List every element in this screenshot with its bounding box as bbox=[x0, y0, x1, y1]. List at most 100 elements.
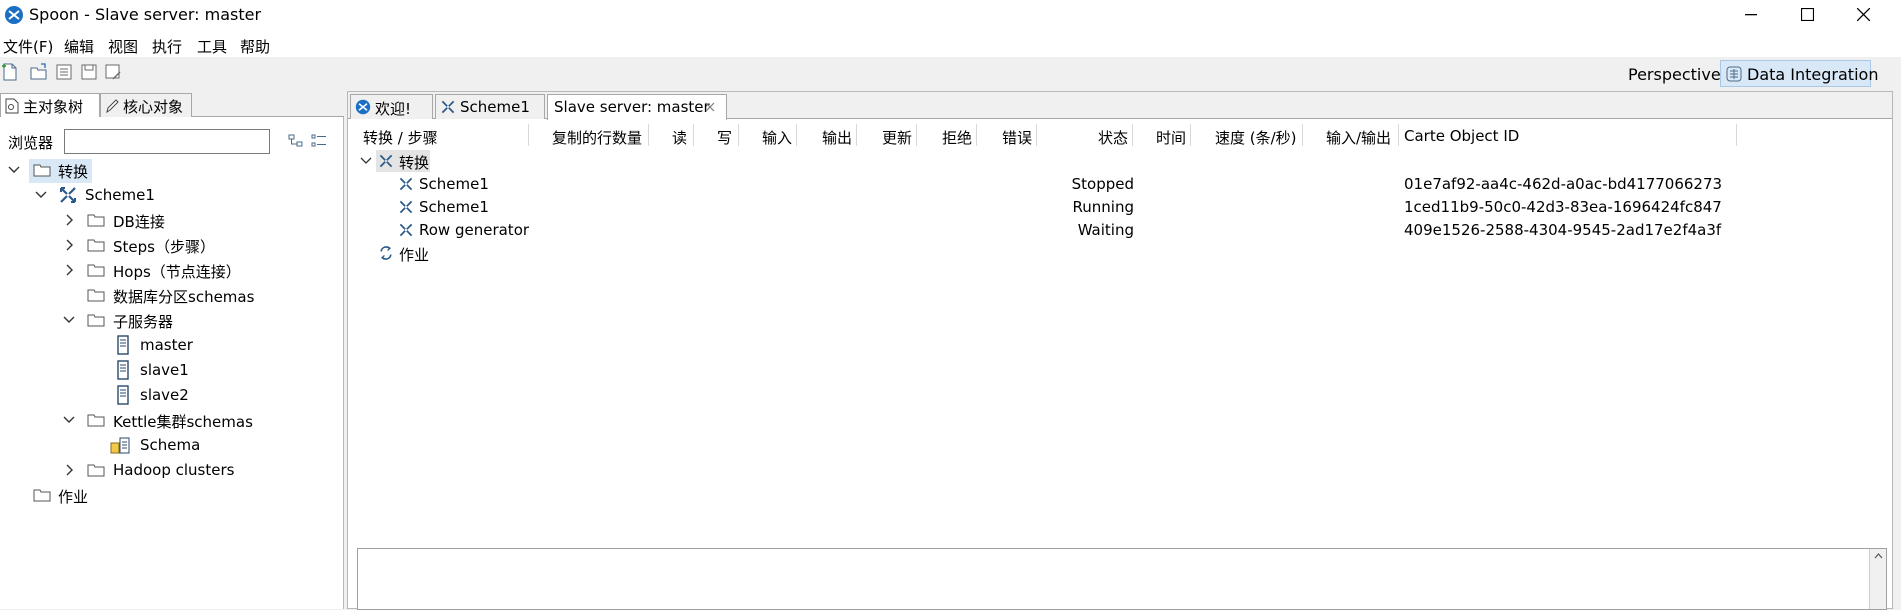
column-separator bbox=[1302, 124, 1303, 146]
tree-item-jobs[interactable]: 作业 bbox=[0, 484, 344, 508]
maximize-button[interactable] bbox=[1779, 0, 1835, 30]
col-rejected[interactable]: 拒绝 bbox=[942, 127, 972, 148]
col-step[interactable]: 转换 / 步骤 bbox=[363, 127, 438, 148]
cell-name: Scheme1 bbox=[419, 175, 489, 193]
tree-label: master bbox=[140, 336, 193, 354]
folder-icon bbox=[87, 239, 105, 252]
log-text-area[interactable] bbox=[357, 548, 1887, 610]
perspective-data-integration-button[interactable]: Data Integration bbox=[1720, 60, 1878, 87]
tree-item-cluster-schemas[interactable]: Kettle集群schemas bbox=[0, 409, 344, 433]
tree-item-scheme1[interactable]: Scheme1 bbox=[0, 184, 344, 208]
tree-item-partition-schemas[interactable]: 数据库分区schemas bbox=[0, 284, 344, 308]
chevron-down-icon[interactable] bbox=[62, 311, 76, 329]
col-copies[interactable]: 复制的行数量 bbox=[552, 127, 642, 148]
grid-row[interactable]: Row generator Waiting 409e1526-2588-4304… bbox=[348, 219, 1892, 242]
title-bar: Spoon - Slave server: master bbox=[0, 0, 1901, 30]
cell-carte-id: 1ced11b9-50c0-42d3-83ea-1696424fc847 bbox=[1404, 198, 1722, 216]
chevron-right-icon[interactable] bbox=[62, 261, 76, 279]
explore-icon[interactable] bbox=[55, 63, 73, 81]
log-scrollbar[interactable] bbox=[1869, 549, 1886, 609]
grid-row[interactable]: Scheme1 Running 1ced11b9-50c0-42d3-83ea-… bbox=[348, 196, 1892, 219]
col-read[interactable]: 读 bbox=[672, 127, 687, 148]
menu-file[interactable]: 文件(F) bbox=[3, 36, 53, 57]
collapse-all-icon[interactable] bbox=[311, 133, 327, 149]
col-carte-object-id[interactable]: Carte Object ID bbox=[1404, 127, 1519, 145]
column-separator bbox=[1132, 124, 1133, 146]
tree-item-slave2[interactable]: slave2 bbox=[0, 384, 344, 408]
tab-core-objects[interactable]: 核心对象 bbox=[100, 93, 192, 117]
tree-item-transformations[interactable]: 转换 bbox=[0, 159, 344, 183]
transformation-icon bbox=[399, 223, 413, 237]
folder-icon bbox=[87, 289, 105, 302]
tree-item-hops[interactable]: Hops（节点连接） bbox=[0, 259, 344, 283]
tree-label: Hadoop clusters bbox=[113, 461, 235, 479]
server-icon bbox=[117, 385, 129, 405]
tree-item-master[interactable]: master bbox=[0, 334, 344, 358]
tree-label: Steps（步骤） bbox=[113, 238, 215, 256]
tree-item-slave1[interactable]: slave1 bbox=[0, 359, 344, 383]
tree-item-db-connections[interactable]: DB连接 bbox=[0, 209, 344, 233]
column-separator bbox=[976, 124, 977, 146]
chevron-right-icon[interactable] bbox=[62, 236, 76, 254]
grid-row[interactable]: Scheme1 Stopped 01e7af92-aa4c-462d-a0ac-… bbox=[348, 173, 1892, 196]
chevron-down-icon[interactable] bbox=[34, 186, 48, 204]
tab-slave-server-master[interactable]: Slave server: master bbox=[547, 94, 727, 120]
menu-help[interactable]: 帮助 bbox=[240, 36, 270, 57]
browser-search-input[interactable] bbox=[64, 129, 270, 154]
tab-slave-label: Slave server: master bbox=[554, 98, 710, 116]
tab-scheme1-label: Scheme1 bbox=[460, 98, 530, 116]
scroll-up-icon[interactable] bbox=[1874, 553, 1883, 559]
grid-group-transformations[interactable]: 转换 bbox=[348, 150, 1892, 173]
open-file-icon[interactable] bbox=[30, 63, 48, 81]
column-separator bbox=[738, 124, 739, 146]
chevron-down-icon[interactable] bbox=[62, 411, 76, 429]
col-errors[interactable]: 错误 bbox=[1002, 127, 1032, 148]
col-updated[interactable]: 更新 bbox=[882, 127, 912, 148]
close-button[interactable] bbox=[1835, 0, 1891, 30]
menu-tools[interactable]: 工具 bbox=[197, 36, 227, 57]
chevron-down-icon[interactable] bbox=[7, 161, 21, 179]
menu-edit[interactable]: 编辑 bbox=[64, 36, 94, 57]
perspective-label: Perspective: bbox=[1628, 65, 1727, 84]
column-separator bbox=[1398, 124, 1399, 146]
col-time[interactable]: 时间 bbox=[1156, 127, 1186, 148]
right-panel: 欢迎! Scheme1 Slave server: master 转换 / 步骤… bbox=[347, 91, 1893, 610]
spoon-icon bbox=[355, 99, 371, 115]
expand-all-icon[interactable] bbox=[288, 133, 304, 149]
chevron-right-icon[interactable] bbox=[62, 211, 76, 229]
menu-view[interactable]: 视图 bbox=[108, 36, 138, 57]
new-file-icon[interactable] bbox=[1, 63, 19, 81]
menu-run[interactable]: 执行 bbox=[152, 36, 182, 57]
tab-main-object-tree[interactable]: 主对象树 bbox=[0, 93, 100, 117]
tree-item-schema[interactable]: Schema bbox=[0, 434, 344, 458]
tab-scheme1[interactable]: Scheme1 bbox=[435, 94, 545, 119]
maximize-icon bbox=[1801, 8, 1814, 21]
col-written[interactable]: 写 bbox=[717, 127, 732, 148]
chevron-down-icon[interactable] bbox=[360, 156, 372, 166]
column-separator bbox=[648, 124, 649, 146]
col-status[interactable]: 状态 bbox=[1098, 127, 1128, 148]
window-title: Spoon - Slave server: master bbox=[29, 5, 262, 24]
cell-name: Row generator bbox=[419, 221, 530, 239]
save-icon[interactable] bbox=[80, 63, 98, 81]
col-output[interactable]: 输出 bbox=[822, 127, 852, 148]
cell-status: Waiting bbox=[1077, 221, 1134, 239]
save-as-icon[interactable] bbox=[104, 63, 122, 81]
left-panel: 主对象树 核心对象 浏览器 转换 Scheme1 DB连接 Steps（步骤） … bbox=[0, 91, 344, 609]
col-in-out[interactable]: 输入/输出 bbox=[1326, 127, 1391, 148]
tree-item-slave-servers[interactable]: 子服务器 bbox=[0, 309, 344, 333]
close-tab-icon[interactable] bbox=[705, 102, 715, 112]
col-speed[interactable]: 速度 (条/秒) bbox=[1215, 127, 1297, 148]
chevron-right-icon[interactable] bbox=[62, 461, 76, 479]
tree-item-hadoop-clusters[interactable]: Hadoop clusters bbox=[0, 459, 344, 483]
minimize-button[interactable] bbox=[1723, 0, 1779, 30]
column-separator bbox=[916, 124, 917, 146]
browser-label: 浏览器 bbox=[8, 134, 54, 152]
tab-welcome[interactable]: 欢迎! bbox=[350, 94, 433, 119]
folder-icon bbox=[87, 214, 105, 227]
tree-item-steps[interactable]: Steps（步骤） bbox=[0, 234, 344, 258]
col-input[interactable]: 输入 bbox=[762, 127, 792, 148]
minimize-icon bbox=[1745, 14, 1757, 16]
grid-group-jobs[interactable]: 作业 bbox=[348, 242, 1892, 265]
grid-header: 转换 / 步骤 复制的行数量 读 写 输入 输出 更新 拒绝 错误 状态 时间 … bbox=[348, 120, 1892, 150]
